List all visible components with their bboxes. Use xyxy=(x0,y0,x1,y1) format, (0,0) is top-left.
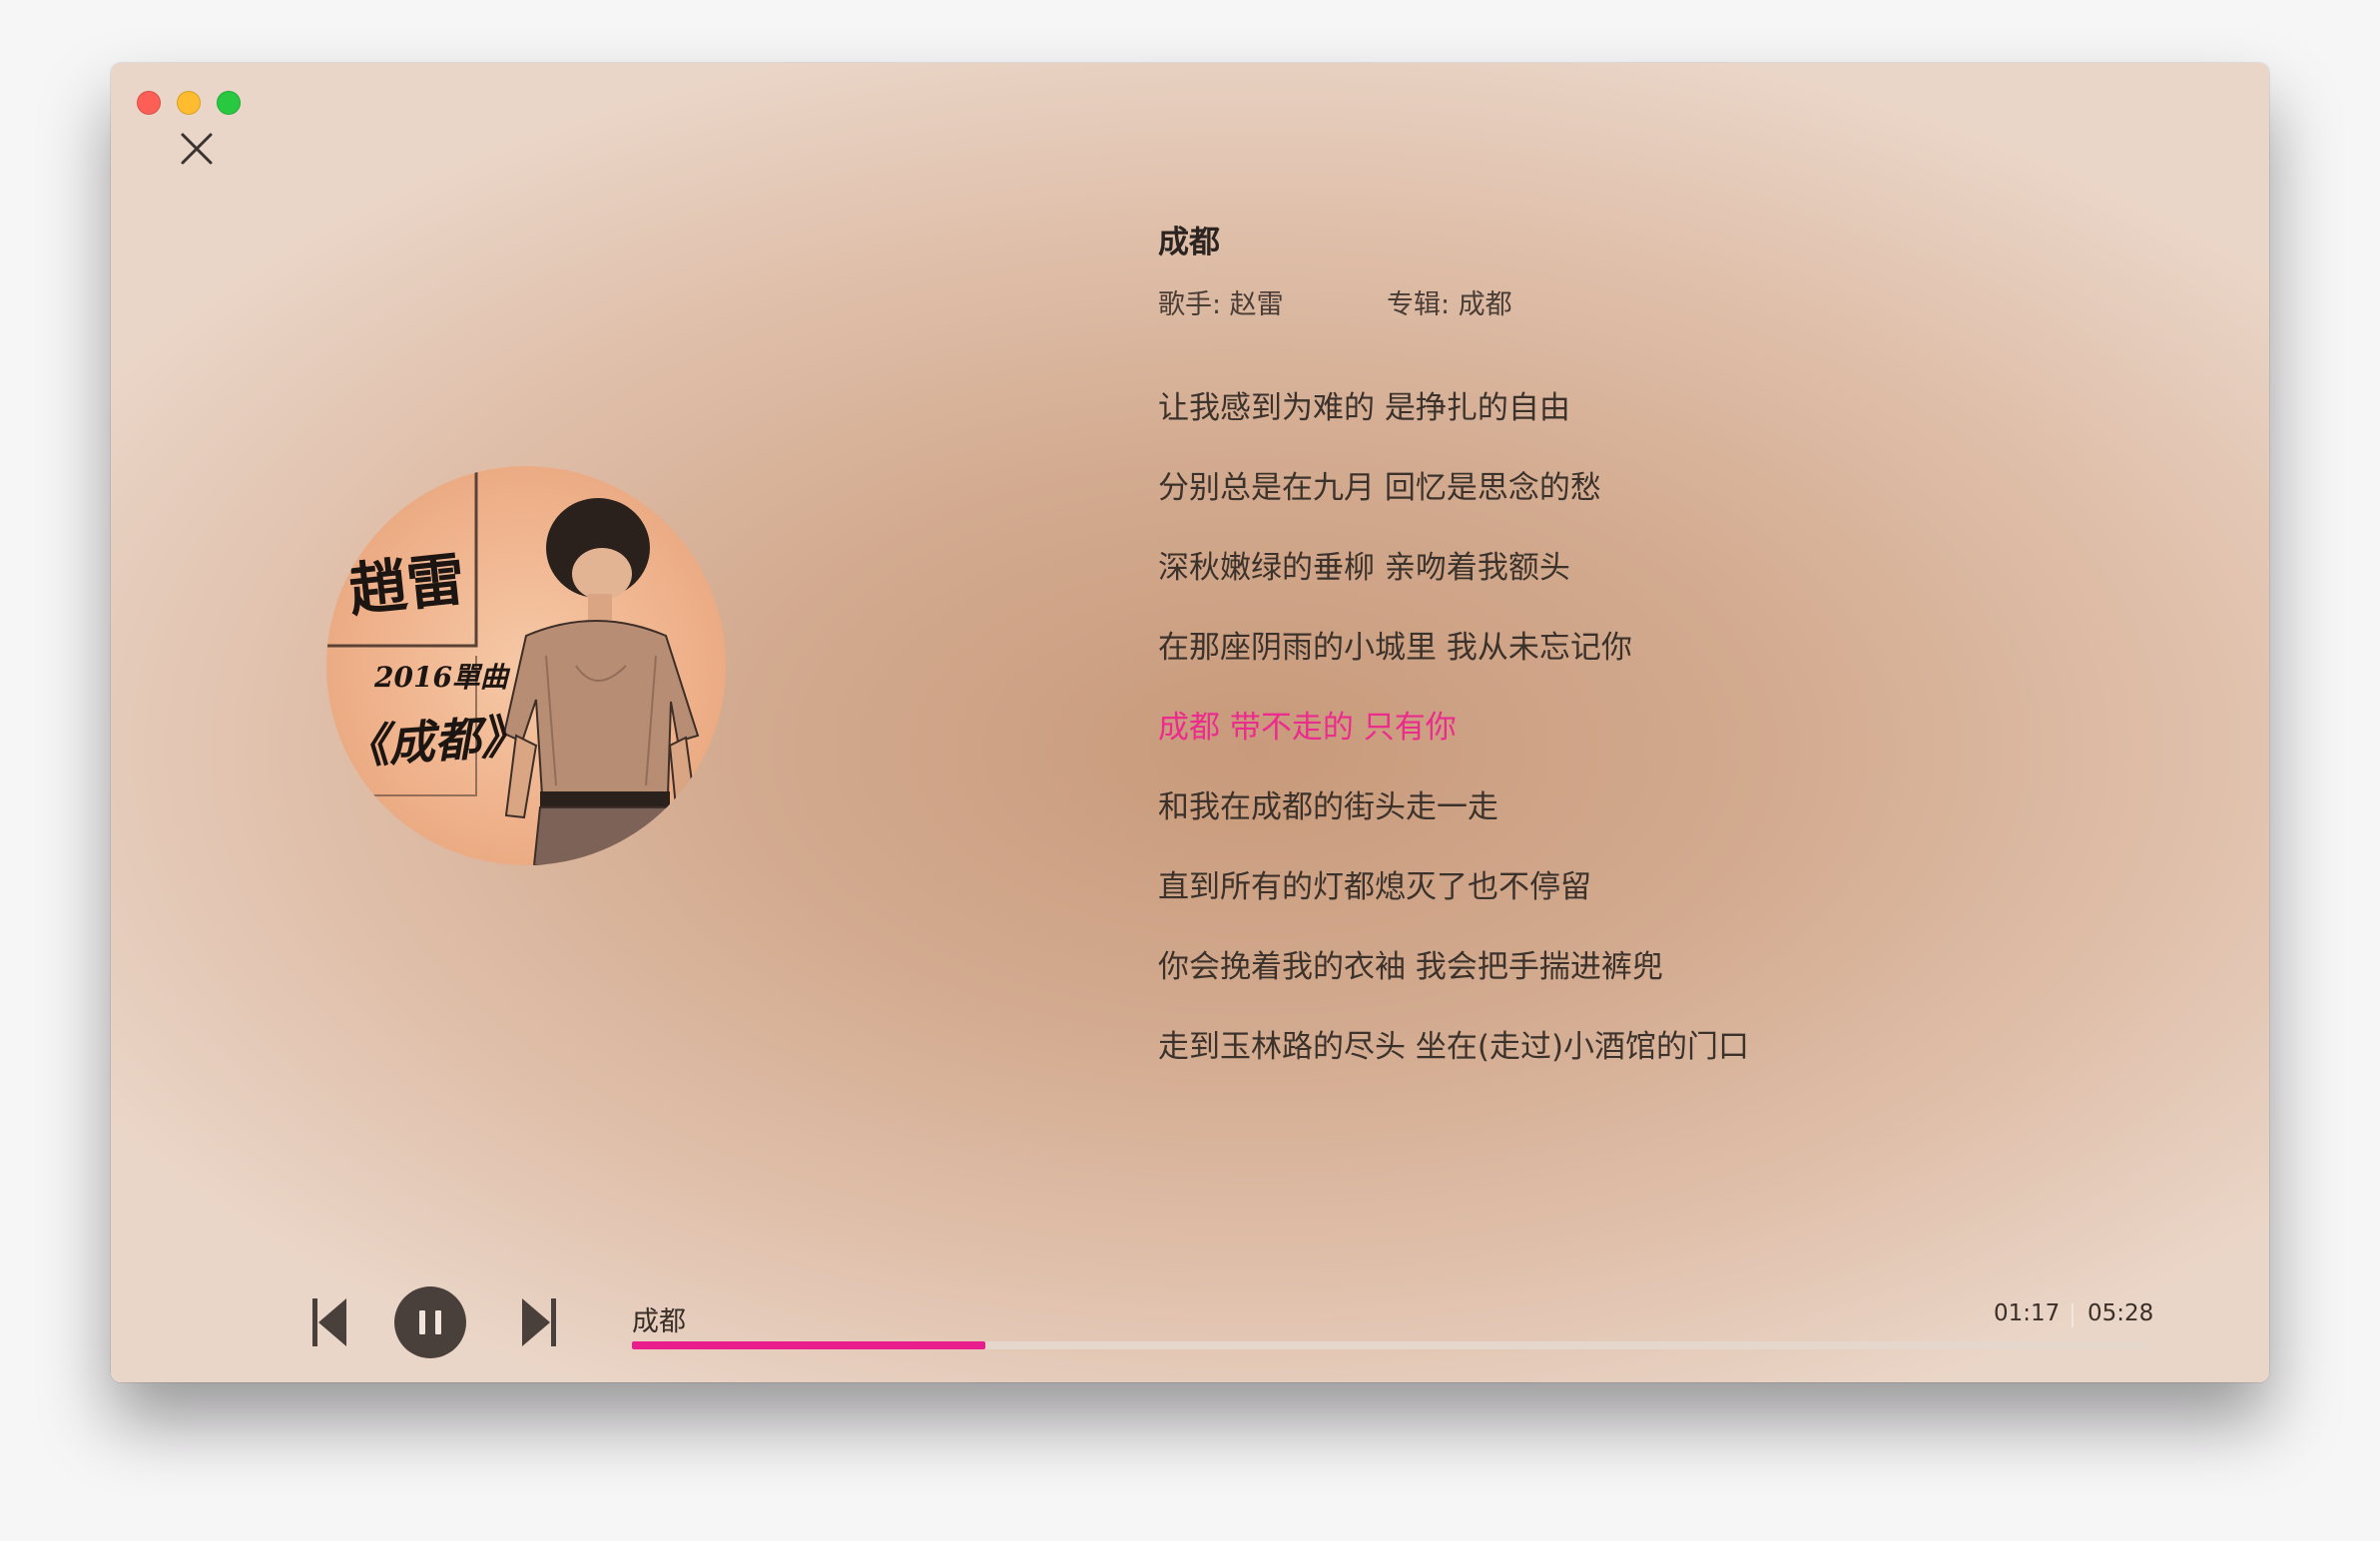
cover-title-text: 趙雷 xyxy=(345,545,468,625)
album-label[interactable]: 专辑: 成都 xyxy=(1387,282,1512,321)
window-maximize-button[interactable] xyxy=(217,91,241,115)
song-title: 成都 xyxy=(1158,225,1220,260)
lyric-line[interactable]: 和我在成都的街头走一走 xyxy=(1158,787,1749,867)
lyrics-list: 让我感到为难的 是挣扎的自由 分别总是在九月 回忆是思念的愁 深秋嫩绿的垂柳 亲… xyxy=(1158,388,1749,1107)
total-time: 05:28 xyxy=(2087,1300,2154,1326)
lyric-line[interactable]: 在那座阴雨的小城里 我从未忘记你 xyxy=(1158,628,1749,708)
lyric-line[interactable]: 直到所有的灯都熄灭了也不停留 xyxy=(1158,867,1749,947)
now-playing-title: 成都 xyxy=(632,1306,686,1337)
lyric-line[interactable]: 你会挽着我的衣袖 我会把手揣进裤兜 xyxy=(1158,947,1749,1027)
cover-subtitle-text: 2016單曲 xyxy=(374,661,508,694)
window-close-button[interactable] xyxy=(137,91,161,115)
current-time: 01:17 xyxy=(1994,1300,2061,1326)
album-cover: 趙雷 2016單曲 《成都》 xyxy=(326,466,726,865)
lyric-line[interactable]: 走到玉林路的尽头 坐在(走过)小酒馆的门口 xyxy=(1158,1027,1749,1107)
lyric-line[interactable]: 成都 带不走的 只有你 xyxy=(1158,708,1749,787)
artist-label[interactable]: 歌手: 赵雷 xyxy=(1158,282,1284,321)
player-window: 趙雷 2016單曲 《成都》 成都 歌手: 赵雷 专辑: 成都 让我感到为难的 … xyxy=(111,63,2269,1382)
time-divider xyxy=(2072,1303,2074,1327)
skip-previous-icon[interactable] xyxy=(310,1296,348,1348)
skip-next-icon[interactable] xyxy=(520,1296,558,1348)
close-icon[interactable] xyxy=(177,129,217,169)
lyric-line[interactable]: 分别总是在九月 回忆是思念的愁 xyxy=(1158,468,1749,548)
window-minimize-button[interactable] xyxy=(177,91,201,115)
lyric-line[interactable]: 深秋嫩绿的垂柳 亲吻着我额头 xyxy=(1158,548,1749,628)
lyric-line[interactable]: 让我感到为难的 是挣扎的自由 xyxy=(1158,388,1749,468)
pause-icon[interactable] xyxy=(394,1286,466,1358)
progress-bar[interactable] xyxy=(632,1341,2149,1349)
progress-fill xyxy=(632,1341,986,1349)
cover-album-text: 《成都》 xyxy=(340,708,528,775)
